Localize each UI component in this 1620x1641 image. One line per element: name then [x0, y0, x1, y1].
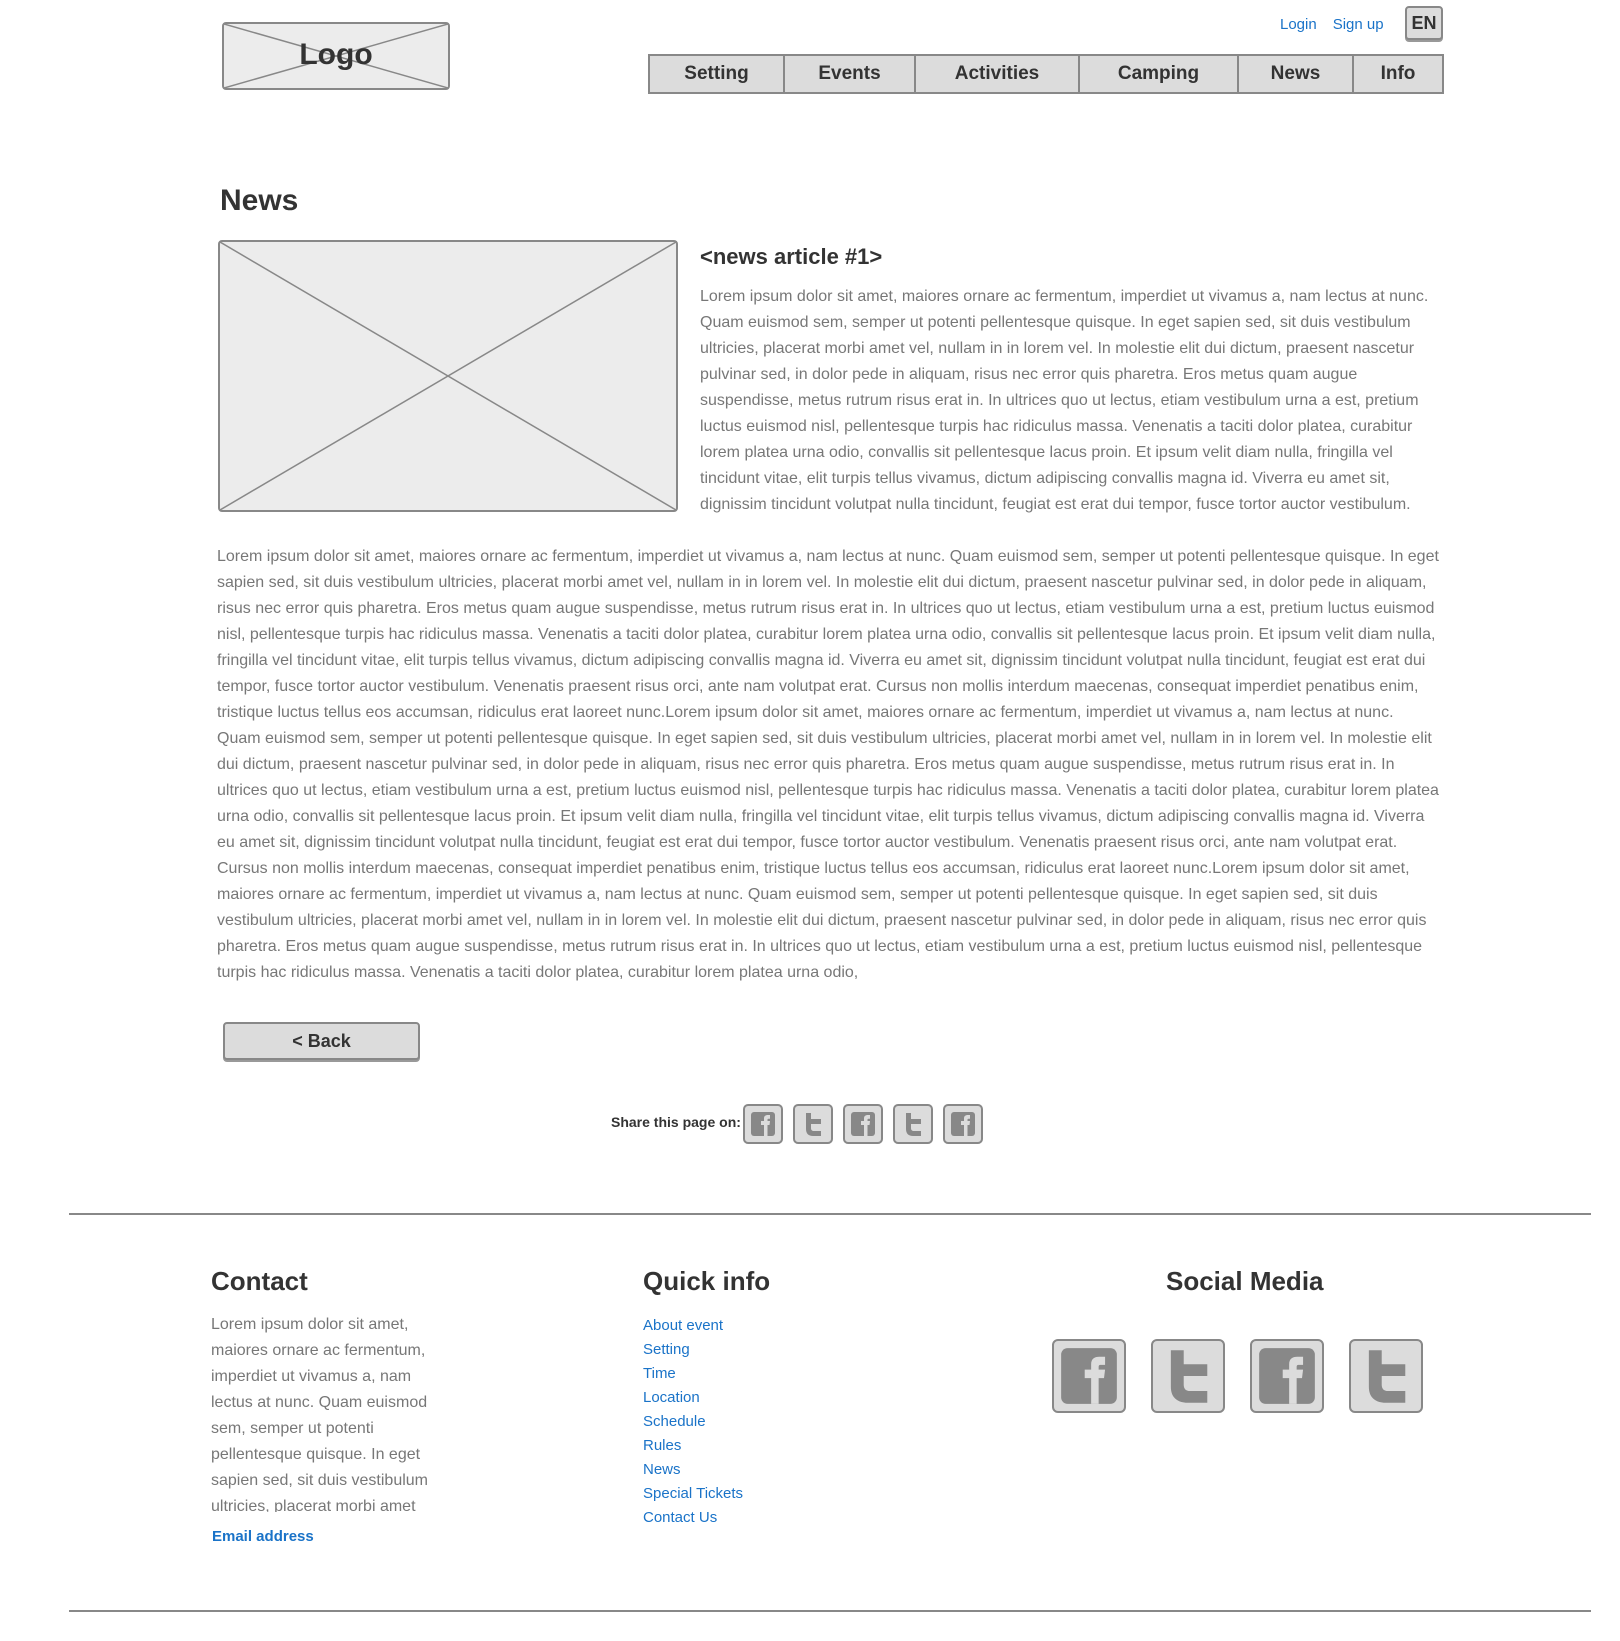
- social-facebook-button[interactable]: [1052, 1339, 1126, 1413]
- facebook-icon: [851, 1112, 875, 1136]
- share-label: Share this page on:: [611, 1114, 741, 1130]
- share-twitter-button[interactable]: [793, 1104, 833, 1144]
- social-twitter-button[interactable]: [1349, 1339, 1423, 1413]
- social-media-icons: [1052, 1339, 1423, 1413]
- nav-item-events[interactable]: Events: [785, 56, 916, 92]
- nav-item-info[interactable]: Info: [1354, 56, 1442, 92]
- logo-label: Logo: [299, 38, 373, 71]
- quick-link-rules[interactable]: Rules: [643, 1437, 681, 1454]
- share-twitter-button[interactable]: [893, 1104, 933, 1144]
- quick-link-contact-us[interactable]: Contact Us: [643, 1509, 717, 1526]
- quick-info-heading: Quick info: [643, 1266, 771, 1296]
- contact-text: Lorem ipsum dolor sit amet, maiores orna…: [211, 1316, 428, 1512]
- footer-divider-bottom: [69, 1610, 1591, 1612]
- article-image: [218, 240, 678, 512]
- quick-link-schedule[interactable]: Schedule: [643, 1413, 706, 1430]
- page-title: News: [220, 184, 299, 217]
- quick-link-news[interactable]: News: [643, 1461, 681, 1478]
- image-placeholder-icon: [220, 242, 676, 510]
- quick-info-list: About event Setting Time Location Schedu…: [643, 1314, 743, 1530]
- share-facebook-button[interactable]: [843, 1104, 883, 1144]
- twitter-icon: [906, 1113, 921, 1136]
- quick-link-setting[interactable]: Setting: [643, 1341, 690, 1358]
- share-facebook-button[interactable]: [743, 1104, 783, 1144]
- article-body: Lorem ipsum dolor sit amet, maiores orna…: [217, 548, 1439, 981]
- social-twitter-button[interactable]: [1151, 1339, 1225, 1413]
- account-links: Login Sign up: [1280, 16, 1384, 33]
- signup-link[interactable]: Sign up: [1333, 16, 1384, 33]
- nav-item-camping[interactable]: Camping: [1080, 56, 1239, 92]
- twitter-icon: [1170, 1350, 1208, 1403]
- share-facebook-button[interactable]: [943, 1104, 983, 1144]
- footer-divider-top: [69, 1213, 1591, 1215]
- share-icons: [743, 1104, 983, 1144]
- twitter-icon: [1368, 1350, 1406, 1403]
- twitter-icon: [806, 1113, 821, 1136]
- nav-item-news[interactable]: News: [1239, 56, 1354, 92]
- facebook-icon: [751, 1112, 775, 1136]
- facebook-icon: [951, 1112, 975, 1136]
- nav-item-activities[interactable]: Activities: [916, 56, 1080, 92]
- logo[interactable]: Logo: [222, 22, 450, 90]
- quick-link-special-tickets[interactable]: Special Tickets: [643, 1485, 743, 1502]
- article-intro: Lorem ipsum dolor sit amet, maiores orna…: [700, 288, 1429, 513]
- language-button[interactable]: EN: [1405, 6, 1443, 40]
- main-nav: Setting Events Activities Camping News I…: [648, 54, 1444, 94]
- login-link[interactable]: Login: [1280, 16, 1317, 33]
- social-facebook-button[interactable]: [1250, 1339, 1324, 1413]
- quick-link-time[interactable]: Time: [643, 1365, 676, 1382]
- article-title: <news article #1>: [700, 244, 883, 269]
- social-media-heading: Social Media: [1166, 1266, 1324, 1296]
- quick-link-location[interactable]: Location: [643, 1389, 700, 1406]
- email-link[interactable]: Email address: [212, 1528, 314, 1545]
- back-button[interactable]: < Back: [223, 1022, 420, 1060]
- facebook-icon: [1259, 1348, 1315, 1404]
- quick-link-about-event[interactable]: About event: [643, 1317, 723, 1334]
- nav-item-setting[interactable]: Setting: [650, 56, 785, 92]
- contact-heading: Contact: [211, 1266, 308, 1296]
- facebook-icon: [1061, 1348, 1117, 1404]
